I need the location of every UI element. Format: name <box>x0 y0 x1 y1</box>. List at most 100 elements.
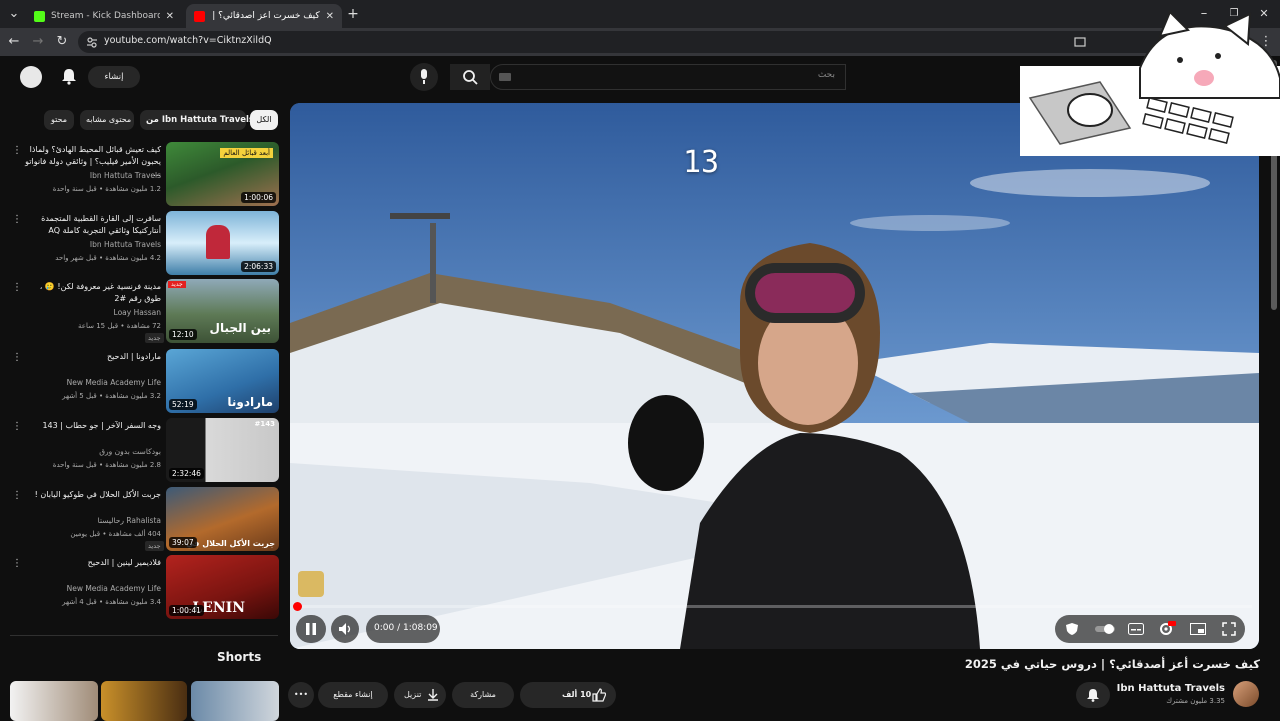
channel-name[interactable]: Loay Hassan <box>21 308 161 317</box>
back-icon[interactable]: ← <box>6 34 22 50</box>
more-options-icon[interactable]: ⋮ <box>12 283 22 293</box>
download-label: تنزيل <box>404 690 422 699</box>
video-overlay-number: 13 <box>683 145 720 180</box>
chip-more[interactable]: محتو <box>44 110 74 130</box>
video-title[interactable]: فلاديمير لينين | الدحيح <box>21 557 161 569</box>
search-placeholder: بحث <box>817 70 835 80</box>
more-options-icon[interactable]: ⋮ <box>12 215 22 225</box>
list-item[interactable]: #143 2:32:46 وجه السفر الآخر | جو حطاب |… <box>0 418 288 484</box>
video-thumbnail[interactable]: مارادونا 52:19 <box>166 349 279 413</box>
shield-icon[interactable] <box>1065 622 1079 636</box>
video-meta: 1.2 مليون مشاهدة • قبل سنة واحدة <box>52 185 161 193</box>
download-button[interactable]: تنزيل <box>394 682 446 708</box>
share-button[interactable]: مشاركة <box>452 682 514 708</box>
chip-label: محتو <box>51 115 67 124</box>
list-item[interactable]: أبعد قبائل العالم 1:00:06 كيف تعيش قبائل… <box>0 142 288 208</box>
short-thumbnail[interactable] <box>10 681 98 721</box>
progress-bar[interactable] <box>297 605 1252 608</box>
mute-button[interactable] <box>331 615 359 643</box>
channel-name[interactable]: New Media Academy Life <box>21 378 161 387</box>
tab-search-icon[interactable]: ⌄ <box>6 6 22 22</box>
channel-watermark[interactable] <box>298 571 324 597</box>
more-options-icon[interactable]: ⋮ <box>12 146 22 156</box>
list-item[interactable]: جربت الأكل الحلال في 39:07 جربت الأكل ال… <box>0 487 288 553</box>
tab-kick-dashboard[interactable]: Stream - Kick Dashboard ✕ <box>26 4 182 28</box>
video-meta: 3.4 مليون مشاهدة • قبل 4 أشهر <box>62 598 161 606</box>
video-title[interactable]: مارادونا | الدحيح <box>21 351 161 363</box>
video-title[interactable]: مدينة فرنسية غير معروفة لكن! 🥲 ، طوق رقم… <box>21 281 161 305</box>
short-thumbnail[interactable] <box>191 681 279 721</box>
thumbnail-caption: جربت الأكل الحلال في <box>186 539 275 548</box>
video-thumbnail[interactable]: أبعد قبائل العالم 1:00:06 <box>166 142 279 206</box>
miniplayer-icon[interactable] <box>1190 623 1206 635</box>
list-item[interactable]: مارادونا 52:19 مارادونا | الدحيح New Med… <box>0 349 288 415</box>
clip-button[interactable]: إنشاء مقطع <box>318 682 388 708</box>
channel-name[interactable]: رحاليستا Rahalista <box>21 516 161 525</box>
new-tab-icon[interactable]: + <box>345 6 361 22</box>
more-dots-icon: ••• <box>293 690 309 699</box>
fullscreen-icon[interactable] <box>1222 622 1236 636</box>
thumbnail-caption: #143 <box>254 420 275 428</box>
subtitles-icon[interactable] <box>1128 623 1144 635</box>
more-actions-button[interactable]: ••• <box>288 682 314 708</box>
channel-name[interactable]: Ibn Hattuta Travels <box>21 240 161 249</box>
more-options-icon[interactable]: ⋮ <box>12 491 22 501</box>
video-title[interactable]: سافرت إلى القارة القطبية المتجمدة أنتارك… <box>21 213 161 237</box>
pause-button[interactable] <box>296 615 326 643</box>
channel-name[interactable]: New Media Academy Life <box>21 584 161 593</box>
video-thumbnail[interactable]: جديد بين الجبال 12:10 <box>166 279 279 343</box>
duration-badge: 52:19 <box>169 399 197 410</box>
search-button[interactable] <box>450 64 490 90</box>
shorts-heading: Shorts <box>217 650 262 664</box>
video-title[interactable]: وجه السفر الآخر | جو حطاب | 143 <box>21 420 161 432</box>
search-input[interactable]: بحث <box>490 64 846 90</box>
hd-badge <box>1168 621 1176 626</box>
video-meta: 4.2 مليون مشاهدة • قبل شهر واحد <box>55 254 161 262</box>
list-item[interactable]: جديد بين الجبال 12:10 مدينة فرنسية غير م… <box>0 279 288 345</box>
list-item[interactable]: 2:06:33 سافرت إلى القارة القطبية المتجمد… <box>0 211 288 277</box>
thumbnail-caption: بين الجبال <box>209 321 271 335</box>
bongo-cat-image <box>1020 10 1280 156</box>
tab-youtube-video[interactable]: كيف خسرت أعز أصدقائي؟ | ✕ <box>186 4 342 28</box>
like-button[interactable]: 10 ألف <box>520 682 616 708</box>
chip-all[interactable]: الكل <box>250 110 278 130</box>
forward-icon[interactable]: → <box>30 34 46 50</box>
chip-similar[interactable]: محتوى مشابه <box>80 110 134 130</box>
more-options-icon[interactable]: ⋮ <box>12 422 22 432</box>
list-item[interactable]: LENIN 1:00:41 فلاديمير لينين | الدحيح Ne… <box>0 555 288 621</box>
site-info-icon[interactable] <box>86 36 98 48</box>
voice-search-button[interactable] <box>410 63 438 91</box>
close-tab-icon[interactable]: ✕ <box>166 11 174 22</box>
kick-favicon-icon <box>34 10 45 22</box>
scrubber-handle[interactable] <box>293 602 302 611</box>
account-avatar[interactable] <box>20 66 42 88</box>
video-thumbnail[interactable]: #143 2:32:46 <box>166 418 279 482</box>
channel-name[interactable]: Ibn Hattuta Travels <box>1100 683 1225 694</box>
more-options-icon[interactable]: ⋮ <box>12 559 22 569</box>
chip-from-channel[interactable]: من Ibn Hattuta Travels <box>140 110 254 130</box>
reload-icon[interactable]: ↻ <box>54 34 70 50</box>
video-thumbnail[interactable]: 2:06:33 <box>166 211 279 275</box>
video-thumbnail[interactable]: جربت الأكل الحلال في 39:07 <box>166 487 279 551</box>
microphone-icon <box>421 69 427 84</box>
keyboard-icon[interactable] <box>499 73 511 81</box>
more-options-icon[interactable]: ⋮ <box>12 353 22 363</box>
notifications-bell-icon[interactable] <box>61 68 77 85</box>
subscribe-bell-button[interactable] <box>1076 682 1110 708</box>
new-badge: جديد <box>168 281 186 288</box>
channel-name[interactable]: بودكاست بدون ورق <box>21 447 161 456</box>
url-text: youtube.com/watch?v=CiktnzXildQ <box>104 35 272 46</box>
search-icon <box>463 70 478 85</box>
create-button[interactable]: إنشاء <box>88 66 140 88</box>
short-thumbnail[interactable] <box>101 681 187 721</box>
channel-name[interactable]: Ibn Hattuta Travels <box>21 171 161 180</box>
video-thumbnail[interactable]: LENIN 1:00:41 <box>166 555 279 619</box>
video-title[interactable]: جربت الأكل الحلال في طوكيو اليابان ! <box>21 489 161 501</box>
channel-avatar[interactable] <box>1233 681 1259 707</box>
duration-badge: 12:10 <box>169 329 197 340</box>
close-tab-icon[interactable]: ✕ <box>326 11 334 22</box>
tab-label: كيف خسرت أعز أصدقائي؟ | <box>212 11 320 21</box>
divider <box>10 635 278 636</box>
video-player[interactable]: 13 0:00 / 1:08:09 <box>290 103 1259 649</box>
autoplay-toggle-icon[interactable] <box>1095 623 1117 635</box>
